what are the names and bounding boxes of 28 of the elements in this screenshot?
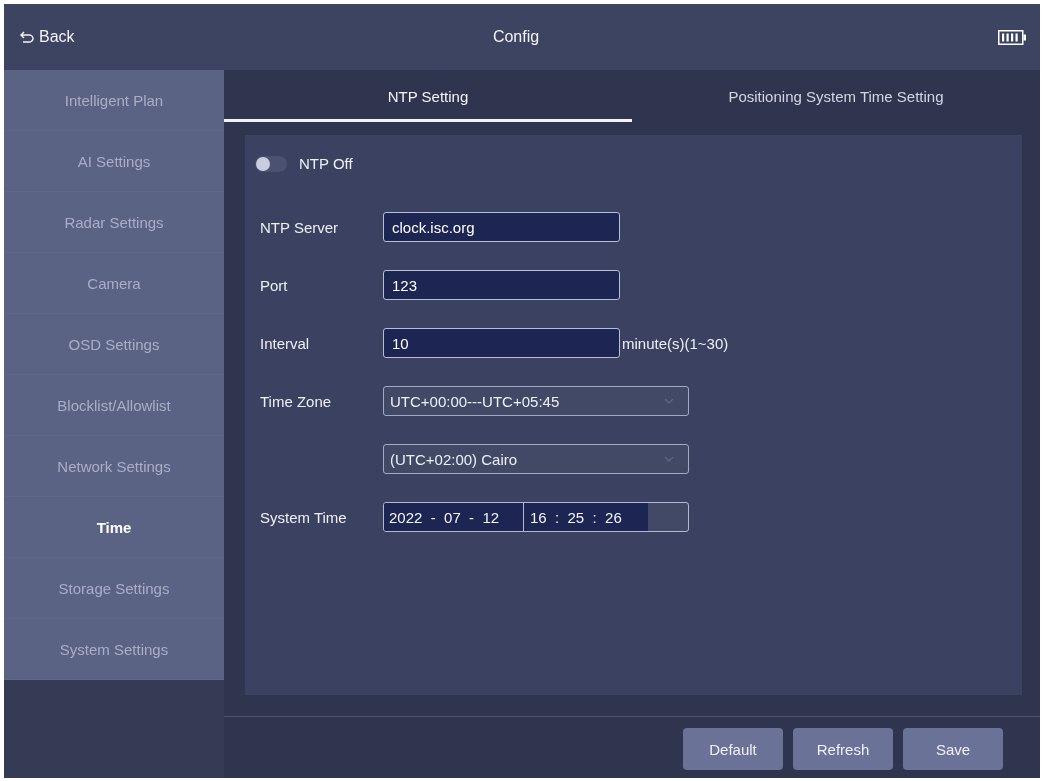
back-link[interactable]: Back — [20, 28, 75, 46]
text-input[interactable]: clock.isc.org — [383, 212, 620, 242]
caret-icon — [664, 456, 674, 462]
time-field[interactable]: 16 : 25 : 26 — [524, 503, 648, 531]
text-input[interactable]: 10 — [383, 328, 620, 358]
toggle-switch[interactable] — [255, 155, 287, 172]
tab[interactable]: Positioning System Time Setting — [632, 70, 1040, 122]
return-arrow-icon — [20, 31, 34, 43]
toggle-label: NTP Off — [299, 155, 353, 172]
action-button[interactable]: Save — [903, 728, 1003, 770]
caret-icon — [664, 398, 674, 404]
dropdown-value: UTC+00:00---UTC+05:45 — [390, 392, 560, 410]
field-label: System Time — [260, 508, 348, 526]
date-field[interactable]: 2022 - 07 - 12 — [384, 503, 524, 531]
field-label: Time Zone — [260, 392, 333, 410]
page-title: Config — [492, 28, 540, 46]
field-label: Interval — [260, 334, 311, 352]
battery-icon — [998, 29, 1026, 45]
dropdown-select[interactable]: (UTC+02:00) Cairo — [383, 444, 689, 474]
action-button[interactable]: Default — [683, 728, 783, 770]
text-input[interactable]: 123 — [383, 270, 620, 300]
unit-label: minute(s)(1~30) — [622, 334, 729, 352]
dropdown-value: (UTC+02:00) Cairo — [390, 450, 518, 468]
action-button[interactable]: Refresh — [793, 728, 893, 770]
dropdown-select[interactable]: UTC+00:00---UTC+05:45 — [383, 386, 689, 416]
tab[interactable]: NTP Setting — [224, 70, 632, 122]
field-label: Port — [260, 276, 289, 294]
field-label: NTP Server — [260, 218, 340, 236]
